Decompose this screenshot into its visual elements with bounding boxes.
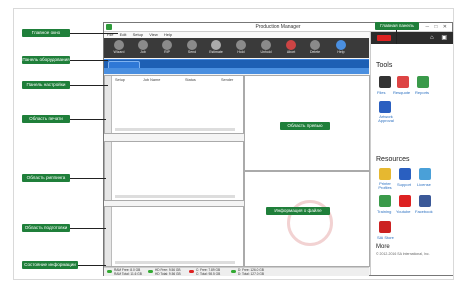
menu-view[interactable]: View xyxy=(149,32,158,37)
screenshot-root: Production Manager ─ □ ✕ File Edit Setup… xyxy=(0,0,455,281)
col-sender[interactable]: Sender xyxy=(221,78,233,82)
panel-nav-icons[interactable]: ⌂ ▣ xyxy=(430,34,450,41)
callout-preview-area: Область превью xyxy=(280,122,330,130)
facebook-link[interactable]: Facebook xyxy=(415,209,433,214)
callout-settings-bar: Панель настройки xyxy=(22,81,70,89)
col-setup[interactable]: Setup xyxy=(115,78,125,82)
rip-pane-tab[interactable] xyxy=(105,142,112,200)
reports-link[interactable]: Reports xyxy=(415,90,429,95)
estimate-button[interactable]: Estimate xyxy=(205,39,227,57)
youtube-link[interactable]: Youtube xyxy=(396,209,411,214)
estimate-icon xyxy=(211,40,221,50)
printer-profiles-link[interactable]: Printer Profiles xyxy=(374,182,396,190)
files-link[interactable]: Files xyxy=(377,90,385,95)
callout-file-info: Информация о файле xyxy=(266,207,330,215)
resquote-link[interactable]: Resquote xyxy=(393,90,410,95)
unhold-button[interactable]: Unhold xyxy=(255,39,277,57)
callout-toolbar: Панель оборудования xyxy=(22,56,70,64)
support-icon[interactable] xyxy=(399,168,411,180)
facebook-icon[interactable] xyxy=(419,195,431,207)
files-icon[interactable] xyxy=(379,76,391,88)
license-icon[interactable] xyxy=(419,168,431,180)
window-controls[interactable]: ─ □ ✕ xyxy=(425,23,449,31)
status-bar: RAM Free: 8.0 GB RAM Total: 11.6 GB HD F… xyxy=(104,267,369,276)
job-button[interactable]: Job xyxy=(132,39,154,57)
rip-button[interactable]: RIP xyxy=(156,39,178,57)
delete-button[interactable]: Delete xyxy=(304,39,326,57)
callout-prep-area: Область подготовки xyxy=(22,224,70,232)
callout-print-area: Область печати xyxy=(22,115,70,123)
print-queue-pane: Setup Job Name Status Sender xyxy=(104,75,244,134)
abort-icon xyxy=(286,40,296,50)
abort-button[interactable]: Abort xyxy=(280,39,302,57)
leader-settings-bar xyxy=(70,85,108,86)
sai-store-icon[interactable] xyxy=(379,221,391,233)
send-icon xyxy=(187,40,197,50)
send-button[interactable]: Send xyxy=(181,39,203,57)
leader-status-info xyxy=(78,265,106,266)
wizard-button[interactable]: Wizard xyxy=(108,39,130,57)
file-info-pane xyxy=(244,171,370,267)
ram-indicator-icon xyxy=(107,270,112,273)
leader-rip-area xyxy=(70,178,106,179)
settings-strip xyxy=(104,68,369,74)
callout-main-panel: Главная панель xyxy=(375,22,419,30)
job-icon xyxy=(138,40,148,50)
sai-store-link[interactable]: SAi Store xyxy=(377,235,394,240)
d-drive-indicator-icon xyxy=(231,270,236,273)
rip-icon xyxy=(162,40,172,50)
more-title[interactable]: More xyxy=(376,244,390,250)
leader-main-panel xyxy=(396,30,397,44)
hold-icon xyxy=(236,40,246,50)
tools-title: Tools xyxy=(376,62,393,69)
prep-scrollbar[interactable] xyxy=(115,261,235,264)
hd-indicator-icon xyxy=(148,270,153,273)
callout-main-window: Главное окно xyxy=(22,29,70,37)
callout-rip-area: Область риппинга xyxy=(22,174,70,182)
leader-toolbar xyxy=(70,60,108,61)
training-icon[interactable] xyxy=(379,195,391,207)
printer-profiles-icon[interactable] xyxy=(379,168,391,180)
leader-print-area xyxy=(70,119,106,120)
training-link[interactable]: Training xyxy=(377,209,391,214)
toolbar: Wizard Job RIP Send Estimate Hold Unhold… xyxy=(104,38,369,58)
callout-status-info: Состояние информации xyxy=(22,261,78,269)
help-icon xyxy=(336,40,346,50)
resources-title: Resources xyxy=(376,156,410,163)
resquote-icon[interactable] xyxy=(397,76,409,88)
rip-queue-pane xyxy=(104,141,244,201)
tools-panel: ⌂ ▣ Tools Files Resquote Reports Artwork… xyxy=(370,32,453,275)
menu-help[interactable]: Help xyxy=(164,32,172,37)
artwork-approval-icon[interactable] xyxy=(379,101,391,113)
delete-icon xyxy=(310,40,320,50)
help-button[interactable]: Help xyxy=(330,39,352,57)
copyright: © 2012-2016 SA International, Inc. xyxy=(376,252,430,256)
wizard-icon xyxy=(114,40,124,50)
production-manager-window: Production Manager ─ □ ✕ File Edit Setup… xyxy=(103,22,453,276)
prep-queue-pane xyxy=(104,206,244,267)
col-status[interactable]: Status xyxy=(185,78,196,82)
license-link[interactable]: License xyxy=(417,182,431,187)
panel-topbar: ⌂ ▣ xyxy=(371,32,453,44)
youtube-icon[interactable] xyxy=(399,195,411,207)
c-drive-indicator-icon xyxy=(189,270,194,273)
reports-icon[interactable] xyxy=(417,76,429,88)
menu-edit[interactable]: Edit xyxy=(120,32,127,37)
prep-pane-tab[interactable] xyxy=(105,207,112,266)
print-scrollbar[interactable] xyxy=(115,128,235,131)
unhold-icon xyxy=(261,40,271,50)
hold-button[interactable]: Hold xyxy=(230,39,252,57)
leader-prep-area xyxy=(70,228,106,229)
rip-scrollbar[interactable] xyxy=(115,195,235,198)
artwork-approval-link[interactable]: Artwork Approval xyxy=(375,115,397,123)
leader-main-window xyxy=(70,33,118,34)
menu-setup[interactable]: Setup xyxy=(133,32,143,37)
sai-logo-icon xyxy=(377,35,391,41)
support-link[interactable]: Support xyxy=(397,182,411,187)
col-job-name[interactable]: Job Name xyxy=(143,78,160,82)
